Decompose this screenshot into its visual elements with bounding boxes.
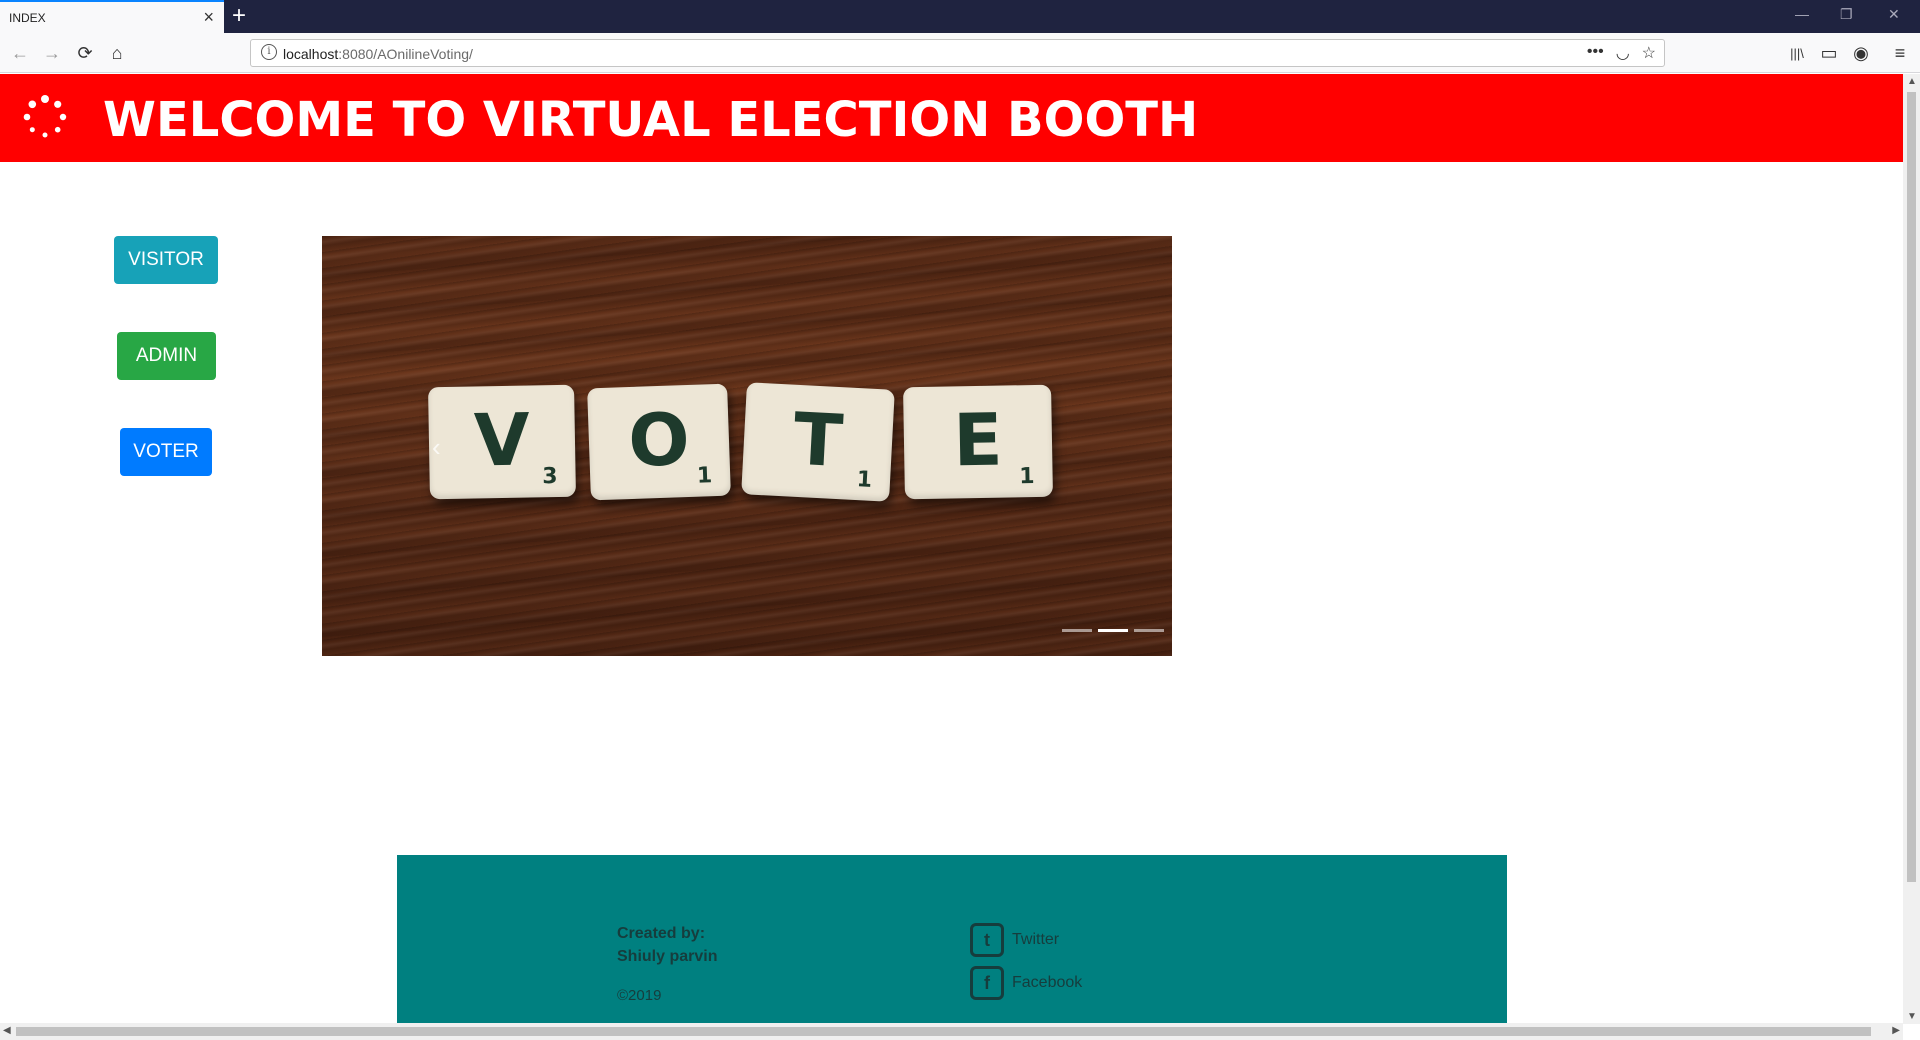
tab-title: INDEX (9, 11, 46, 25)
scroll-left-icon[interactable]: ◀ (3, 1025, 11, 1036)
visitor-button[interactable]: VISITOR (114, 236, 218, 284)
letter-tile: T 1 (741, 382, 895, 502)
facebook-icon: f (970, 966, 1004, 1000)
account-icon[interactable]: ◉ (1849, 41, 1873, 65)
site-header: WELCOME TO VIRTUAL ELECTION BOOTH (0, 74, 1903, 162)
carousel-indicator[interactable] (1098, 629, 1128, 632)
browser-tab[interactable]: INDEX × (0, 0, 224, 33)
menu-icon[interactable]: ≡ (1888, 41, 1912, 65)
carousel-prev-icon[interactable]: ‹ (432, 432, 441, 463)
horizontal-scrollbar[interactable]: ◀ ▶ (0, 1023, 1903, 1040)
letter-tile: E 1 (903, 384, 1053, 500)
carousel-indicator[interactable] (1134, 629, 1164, 632)
scroll-down-icon[interactable]: ▼ (1907, 1011, 1917, 1022)
address-bar[interactable]: i localhost:8080/AOnilineVoting/ ••• ◡ ☆ (250, 39, 1665, 67)
home-icon[interactable]: ⌂ (105, 41, 129, 65)
library-icon[interactable]: |||\ (1785, 41, 1809, 65)
credit-name: Shiuly parvin (617, 948, 718, 965)
admin-button[interactable]: ADMIN (117, 332, 216, 380)
facebook-link[interactable]: f Facebook (970, 966, 1082, 1000)
forward-icon[interactable]: → (40, 41, 64, 65)
carousel-indicators (1062, 629, 1164, 632)
tab-close-icon[interactable]: × (203, 7, 214, 27)
minimize-icon[interactable]: — (1795, 6, 1809, 22)
browser-navbar: ← → ⟳ ⌂ i localhost:8080/AOnilineVoting/… (0, 33, 1920, 73)
page-title: WELCOME TO VIRTUAL ELECTION BOOTH (103, 92, 1199, 148)
scroll-up-icon[interactable]: ▲ (1907, 76, 1917, 87)
letter-tile: O 1 (587, 383, 731, 501)
back-icon[interactable]: ← (8, 41, 32, 65)
site-footer: Created by: Shiuly parvin ©2019 t Twitte… (397, 855, 1507, 1023)
bookmark-star-icon[interactable]: ☆ (1642, 43, 1656, 63)
window-close-icon[interactable]: ✕ (1888, 6, 1900, 23)
new-tab-button[interactable]: + (232, 3, 246, 29)
reload-icon[interactable]: ⟳ (73, 41, 97, 65)
site-info-icon[interactable]: i (261, 44, 277, 60)
copyright-year: ©2019 (617, 987, 662, 1004)
restore-icon[interactable]: ❐ (1840, 6, 1853, 23)
vertical-scroll-thumb[interactable] (1907, 92, 1916, 882)
scroll-right-icon[interactable]: ▶ (1892, 1025, 1900, 1036)
horizontal-scroll-thumb[interactable] (16, 1027, 1871, 1036)
url-text: localhost:8080/AOnilineVoting/ (283, 46, 473, 62)
pocket-icon[interactable]: ◡ (1616, 43, 1630, 63)
twitter-icon: t (970, 923, 1004, 957)
letter-tile: V 3 (428, 384, 576, 500)
twitter-link[interactable]: t Twitter (970, 923, 1059, 957)
vertical-scrollbar[interactable]: ▲ ▼ (1903, 74, 1920, 1024)
carousel-indicator[interactable] (1062, 629, 1092, 632)
page-actions-icon[interactable]: ••• (1587, 43, 1604, 63)
credit-label: Created by: (617, 925, 706, 942)
browser-tab-strip: INDEX × + — ❐ ✕ (0, 0, 1920, 33)
sidebar-icon[interactable]: ▭ (1817, 41, 1841, 65)
voter-button[interactable]: VOTER (120, 428, 212, 476)
image-carousel[interactable]: V 3 O 1 T 1 E 1 ‹ (322, 236, 1172, 656)
loading-spinner-icon (23, 95, 67, 138)
